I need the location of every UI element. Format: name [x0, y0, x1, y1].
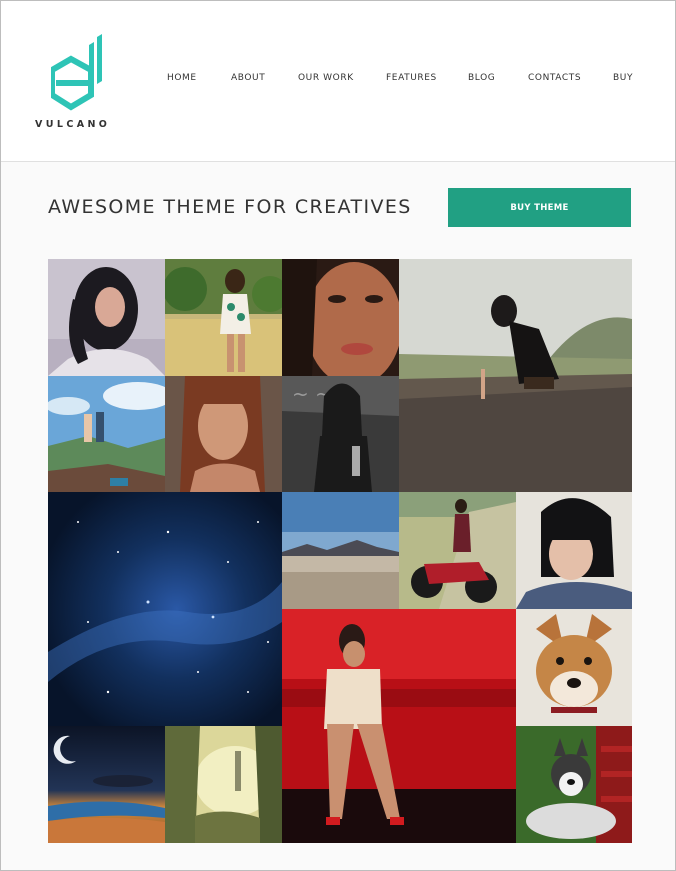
gallery-tile[interactable]: [282, 259, 399, 376]
gallery-tile[interactable]: [516, 492, 632, 609]
nav-about[interactable]: ABOUT: [231, 73, 265, 83]
site-header: VULCANO HOME ABOUT OUR WORK FEATURES BLO…: [1, 1, 675, 162]
nav-blog[interactable]: BLOG: [468, 73, 495, 83]
gallery-tile[interactable]: [165, 376, 282, 492]
gallery-tile[interactable]: [399, 492, 516, 609]
gallery-tile[interactable]: [48, 492, 282, 726]
gallery-tile[interactable]: [282, 609, 516, 843]
gallery-tile[interactable]: [282, 492, 399, 609]
nav-buy[interactable]: BUY: [613, 73, 633, 83]
gallery-tile[interactable]: [516, 726, 632, 843]
nav-our-work[interactable]: OUR WORK: [298, 73, 354, 83]
gallery-tile[interactable]: [516, 609, 632, 726]
vulcano-logo-icon: [51, 34, 102, 111]
brand-name: VULCANO: [35, 119, 111, 130]
gallery-tile[interactable]: [48, 376, 165, 492]
gallery-tile[interactable]: [165, 726, 282, 843]
nav-features[interactable]: FEATURES: [386, 73, 437, 83]
hero-title: AWESOME THEME FOR CREATIVES: [48, 196, 412, 218]
nav-home[interactable]: HOME: [167, 73, 197, 83]
gallery-tile[interactable]: [48, 726, 165, 843]
buy-theme-button[interactable]: BUY THEME: [448, 188, 631, 227]
gallery-tile[interactable]: [48, 259, 165, 376]
nav-contacts[interactable]: CONTACTS: [528, 73, 581, 83]
gallery-tile[interactable]: [399, 259, 632, 492]
gallery-tile[interactable]: ~ ~ ~: [282, 376, 399, 492]
gallery-tile[interactable]: [165, 259, 282, 376]
main-nav: HOME ABOUT OUR WORK FEATURES BLOG CONTAC…: [1, 73, 675, 87]
